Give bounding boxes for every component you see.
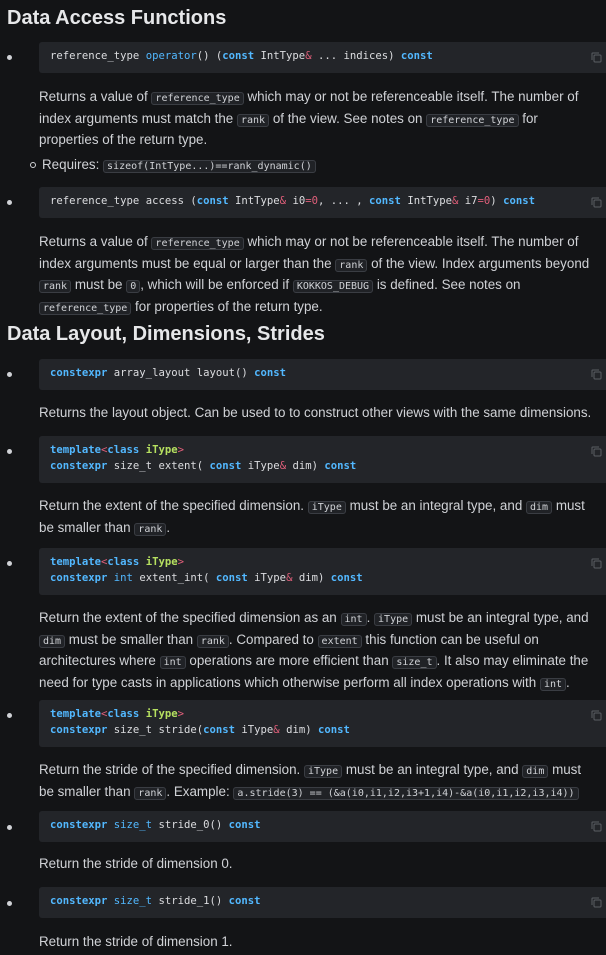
copy-icon[interactable] xyxy=(591,52,602,63)
copy-icon[interactable] xyxy=(591,369,602,380)
desc-stride-0: Return the stride of dimension 0. xyxy=(39,856,233,871)
desc-extent-int: Return the extent of the specified dimen… xyxy=(39,610,589,691)
circle-bullet xyxy=(30,162,36,168)
desc-extent: Return the extent of the specified dimen… xyxy=(39,498,585,536)
desc-access: Returns a value of reference_type which … xyxy=(39,234,590,315)
section-title-data-access: Data Access Functions xyxy=(7,7,227,29)
code-block-stride: template<class iType> constexpr size_t s… xyxy=(39,700,606,747)
copy-icon[interactable] xyxy=(591,558,602,569)
code-block-extent: template<class iType> constexpr size_t e… xyxy=(39,436,606,483)
bullet xyxy=(7,200,12,205)
copy-icon[interactable] xyxy=(591,197,602,208)
bullet xyxy=(7,713,12,718)
requires-item: Requires: sizeof(IntType...)==rank_dynam… xyxy=(30,155,316,177)
desc-layout: Returns the layout object. Can be used t… xyxy=(39,405,592,420)
bullet xyxy=(7,372,12,377)
desc-stride-1: Return the stride of dimension 1. xyxy=(39,934,233,949)
desc-stride: Return the stride of the specified dimen… xyxy=(39,762,582,800)
code-block-layout: constexpr array_layout layout() const xyxy=(39,359,606,390)
section-title-data-layout: Data Layout, Dimensions, Strides xyxy=(7,323,325,345)
copy-icon[interactable] xyxy=(591,897,602,908)
code-block-stride-1: constexpr size_t stride_1() const xyxy=(39,887,606,918)
bullet xyxy=(7,901,12,906)
bullet xyxy=(7,449,12,454)
code-block-access: reference_type access (const IntType& i0… xyxy=(39,187,606,218)
desc-operator: Returns a value of reference_type which … xyxy=(39,89,579,147)
code-block-stride-0: constexpr size_t stride_0() const xyxy=(39,811,606,842)
copy-icon[interactable] xyxy=(591,446,602,457)
bullet xyxy=(7,561,12,566)
copy-icon[interactable] xyxy=(591,821,602,832)
copy-icon[interactable] xyxy=(591,710,602,721)
bullet xyxy=(7,825,12,830)
code-block-extent-int: template<class iType> constexpr int exte… xyxy=(39,548,606,595)
code-block-operator: reference_type operator() (const IntType… xyxy=(39,42,606,73)
bullet xyxy=(7,55,12,60)
